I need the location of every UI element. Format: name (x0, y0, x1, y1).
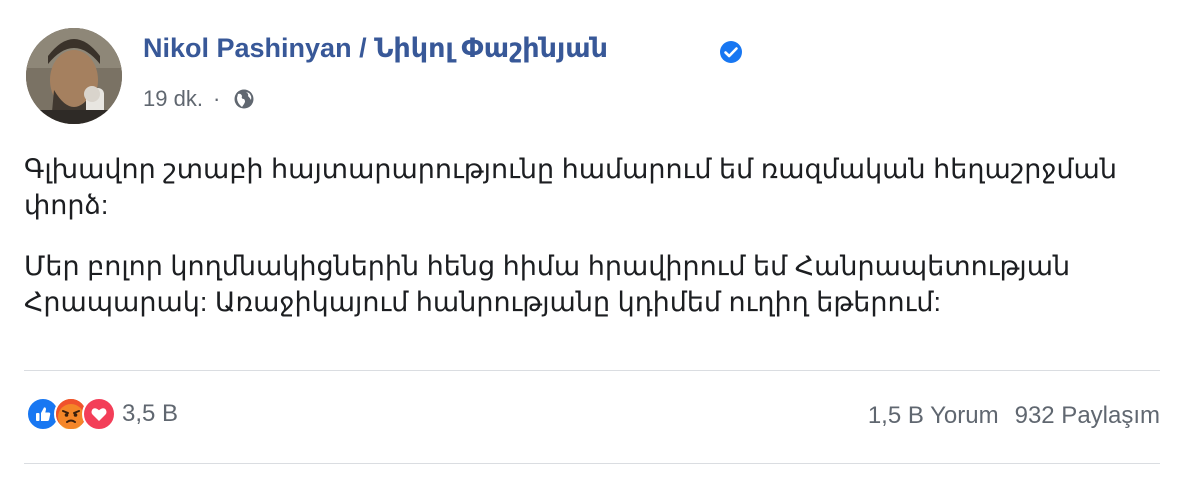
comment-count[interactable]: 1,5 B Yorum (868, 402, 999, 429)
avatar-photo-icon (26, 28, 122, 124)
post-paragraph: Մեր բոլոր կողմնակիցներին հենց հիմա հրավի… (24, 251, 1071, 317)
divider (24, 463, 1160, 464)
post-meta: 19 dk. · (143, 86, 255, 112)
post-paragraph: Գլխավոր շտաբի հայտարարությունը համարում … (24, 154, 1117, 220)
engagement-stats: 1,5 B Yorum 932 Paylaşım (868, 402, 1160, 430)
globe-icon[interactable] (233, 88, 255, 110)
verified-badge-icon (720, 41, 742, 63)
love-icon (82, 397, 116, 431)
facebook-post: Nikol Pashinyan / Նիկոլ Փաշինյան 19 dk. … (0, 0, 1200, 477)
post-timestamp[interactable]: 19 dk. (143, 86, 203, 112)
share-count[interactable]: 932 Paylaşım (1015, 402, 1160, 429)
author-avatar[interactable] (26, 28, 122, 124)
reactions-summary[interactable]: 3,5 B (26, 397, 178, 431)
author-name[interactable]: Nikol Pashinyan / Նիկոլ Փաշինյան (143, 33, 608, 64)
meta-separator: · (212, 86, 221, 111)
divider (24, 370, 1160, 371)
reaction-count[interactable]: 3,5 B (122, 400, 178, 428)
